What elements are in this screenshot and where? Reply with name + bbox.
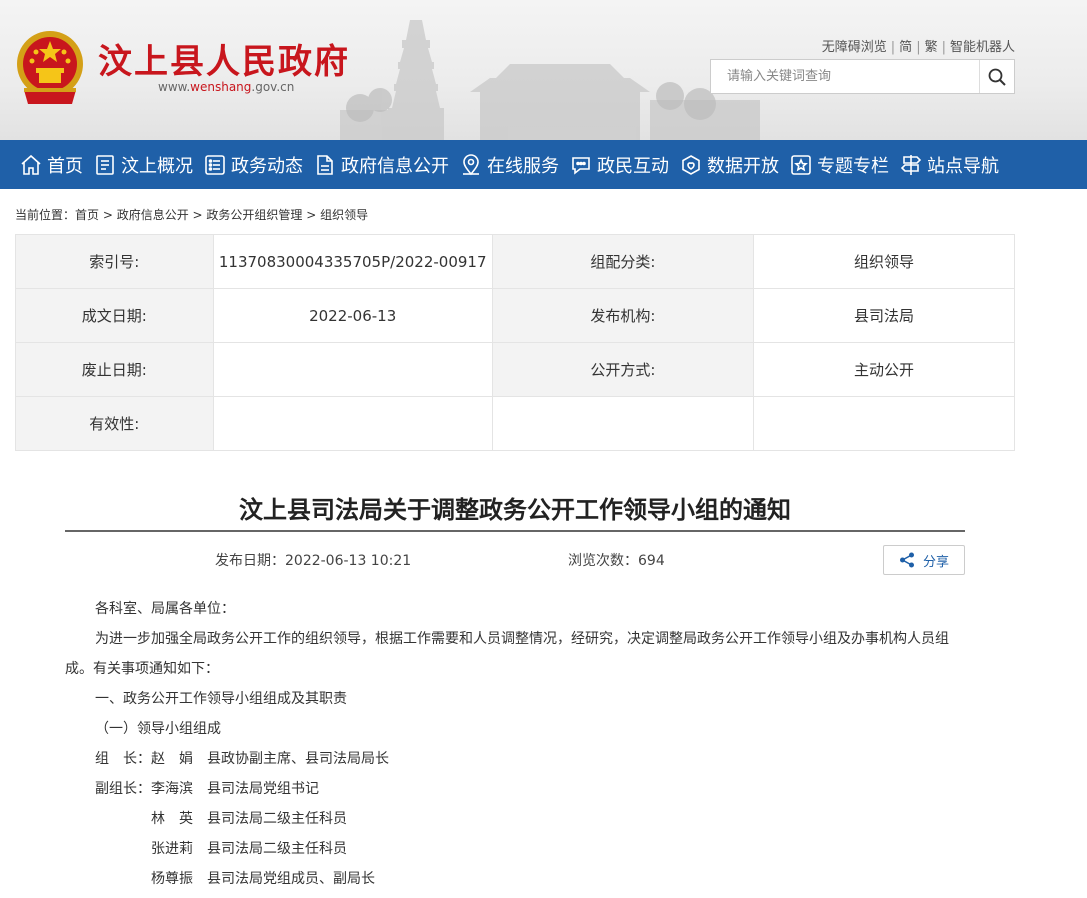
table-row: 有效性:	[15, 396, 1015, 451]
main-nav: 首页 汶上概况 政务动态 政府信息公开 在线服务 政民互动 数据开放 专题专栏 …	[0, 140, 1087, 189]
nav-item-special-topics[interactable]: 专题专栏	[789, 140, 899, 189]
paragraph: 副组长：李海滨 县司法局党组书记	[95, 781, 319, 797]
nav-label: 政务动态	[231, 155, 303, 177]
nav-label: 政府信息公开	[341, 155, 449, 177]
breadcrumb-org-management[interactable]: 政务公开组织管理	[206, 208, 302, 222]
list-icon	[205, 154, 225, 175]
traditional-chinese-link[interactable]: 繁	[925, 40, 938, 55]
meta-label: 索引号:	[15, 234, 214, 289]
paragraph: 为进一步加强全局政务公开工作的组织领导，根据工作需要和人员调整情况，经研究，决定…	[65, 631, 949, 677]
meta-value-date: 2022-06-13	[212, 288, 493, 343]
breadcrumb-prefix: 当前位置：	[15, 208, 76, 222]
meta-value-index-no: 11370830004335705P/2022-00917	[212, 234, 493, 289]
location-icon	[463, 153, 479, 175]
search-icon	[988, 68, 1006, 86]
meta-label: 废止日期:	[15, 342, 214, 397]
national-emblem-icon	[17, 31, 83, 104]
site-title: 汶上县人民政府	[98, 42, 350, 82]
document-meta-table: 索引号: 11370830004335705P/2022-00917 组配分类:…	[15, 234, 1015, 451]
nav-item-online-service[interactable]: 在线服务	[459, 140, 569, 189]
paragraph: （一）领导小组组成	[95, 721, 221, 737]
nav-item-open-data[interactable]: 数据开放	[679, 140, 789, 189]
accessibility-link[interactable]: 无障碍浏览	[822, 40, 887, 55]
article-body: 各科室、局属各单位： 为进一步加强全局政务公开工作的组织领导，根据工作需要和人员…	[65, 594, 970, 894]
nav-item-site-map[interactable]: 站点导航	[899, 140, 1009, 189]
meta-value-publisher: 县司法局	[753, 288, 1015, 343]
paragraph: 组 长：赵 娟 县政协副主席、县司法局局长	[95, 751, 389, 767]
search-input[interactable]	[711, 60, 979, 93]
share-label: 分享	[922, 554, 949, 570]
nav-label: 汶上概况	[121, 155, 193, 177]
breadcrumb-info-disclosure[interactable]: 政府信息公开	[117, 208, 189, 222]
pagoda-skyline-illustration	[340, 20, 760, 140]
meta-label: 有效性:	[15, 396, 214, 451]
nav-label: 站点导航	[927, 155, 999, 177]
nav-item-interaction[interactable]: 政民互动	[569, 140, 679, 189]
meta-value-expire	[212, 342, 493, 397]
paragraph: 杨尊振 县司法局党组成员、副局长	[151, 871, 375, 887]
star-icon	[791, 154, 811, 175]
nav-item-news[interactable]: 政务动态	[203, 140, 313, 189]
meta-empty-cell	[491, 396, 755, 451]
table-row: 成文日期: 2022-06-13 发布机构: 县司法局	[15, 288, 1015, 343]
domain-suffix: .gov.cn	[251, 80, 295, 94]
nav-item-overview[interactable]: 汶上概况	[93, 140, 203, 189]
publish-date: 发布日期：2022-06-13 10:21	[215, 553, 412, 569]
top-links: 无障碍浏览 | 简 | 繁 | 智能机器人	[821, 40, 1015, 55]
table-row: 废止日期: 公开方式: 主动公开	[15, 342, 1015, 397]
breadcrumb-org-leadership[interactable]: 组织领导	[320, 208, 368, 222]
meta-label: 成文日期:	[15, 288, 214, 343]
file-icon	[317, 154, 333, 175]
meta-label: 组配分类:	[491, 234, 755, 289]
paragraph: 林 英 县司法局二级主任科员	[151, 811, 347, 827]
view-count: 浏览次数：694	[568, 553, 665, 569]
meta-label: 发布机构:	[491, 288, 755, 343]
share-button[interactable]: 分享	[883, 545, 965, 575]
site-domain: www.wenshang.gov.cn	[158, 80, 294, 94]
meta-value-method: 主动公开	[753, 342, 1015, 397]
meta-empty-cell	[753, 396, 1015, 451]
share-icon	[899, 552, 914, 568]
title-divider	[65, 530, 965, 532]
chat-icon	[572, 156, 590, 175]
search-button[interactable]	[979, 60, 1014, 93]
nav-item-home[interactable]: 首页	[19, 140, 93, 189]
article-title: 汶上县司法局关于调整政务公开工作领导小组的通知	[239, 496, 791, 524]
paragraph: 一、政务公开工作领导小组组成及其职责	[95, 691, 347, 707]
breadcrumb-home[interactable]: 首页	[75, 208, 99, 222]
breadcrumb: 当前位置：首页 > 政府信息公开 > 政务公开组织管理 > 组织领导	[15, 208, 369, 222]
paragraph: 各科室、局属各单位：	[95, 601, 235, 617]
table-row: 索引号: 11370830004335705P/2022-00917 组配分类:…	[15, 234, 1015, 289]
domain-main: wenshang	[190, 80, 252, 94]
nav-label: 专题专栏	[817, 155, 889, 177]
meta-value-category: 组织领导	[753, 234, 1015, 289]
data-icon	[682, 154, 700, 175]
signpost-icon	[900, 154, 922, 175]
nav-item-info-disclosure[interactable]: 政府信息公开	[313, 140, 459, 189]
page-header: 汶上县人民政府 www.wenshang.gov.cn 无障碍浏览 | 简 | 繁 | 智能…	[0, 0, 1087, 140]
nav-label: 数据开放	[707, 155, 779, 177]
smart-robot-link[interactable]: 智能机器人	[950, 40, 1015, 55]
home-icon	[21, 154, 41, 175]
paragraph: 张进莉 县司法局二级主任科员	[151, 841, 347, 857]
domain-prefix: www.	[158, 80, 191, 94]
simplified-chinese-link[interactable]: 简	[899, 40, 912, 55]
search-box	[710, 59, 1015, 94]
nav-label: 首页	[47, 155, 83, 177]
document-icon	[96, 154, 114, 175]
meta-label: 公开方式:	[491, 342, 755, 397]
nav-label: 政民互动	[597, 155, 669, 177]
nav-label: 在线服务	[487, 155, 559, 177]
meta-value-validity	[212, 396, 493, 451]
